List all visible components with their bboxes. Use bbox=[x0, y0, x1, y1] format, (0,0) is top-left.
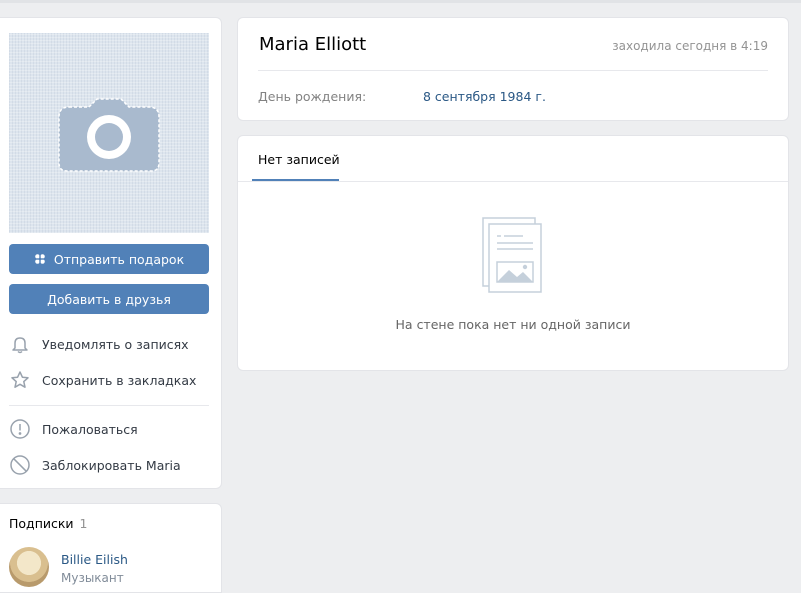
block-action[interactable]: Заблокировать Maria bbox=[9, 451, 209, 479]
block-label: Заблокировать Maria bbox=[42, 457, 181, 473]
wall-card: Нет записей На стене пока нет ни одной з… bbox=[237, 135, 789, 371]
add-friend-button[interactable]: Добавить в друзья bbox=[9, 284, 209, 314]
exclamation-icon bbox=[10, 419, 30, 439]
profile-photo-placeholder[interactable] bbox=[9, 33, 209, 233]
bell-icon bbox=[12, 337, 28, 354]
profile-name: Maria Elliott bbox=[259, 34, 367, 55]
subscriptions-header[interactable]: Подписки 1 bbox=[9, 516, 88, 531]
birthday-label: День рождения: bbox=[258, 89, 367, 104]
subscription-name[interactable]: Billie Eilish bbox=[61, 552, 128, 567]
profile-divider bbox=[258, 70, 768, 71]
report-action[interactable]: Пожаловаться bbox=[9, 415, 209, 443]
subscriptions-card: Подписки 1 Billie Eilish Музыкант bbox=[0, 503, 222, 593]
avatar[interactable] bbox=[9, 547, 49, 587]
empty-wall-icon bbox=[482, 217, 542, 293]
profile-info-card: Maria Elliott заходила сегодня в 4:19 Де… bbox=[237, 17, 789, 121]
send-gift-label: Отправить подарок bbox=[53, 251, 185, 267]
add-friend-label: Добавить в друзья bbox=[47, 291, 171, 307]
notify-posts-label: Уведомлять о записях bbox=[42, 336, 189, 352]
star-icon bbox=[11, 371, 29, 388]
bookmark-action[interactable]: Сохранить в закладках bbox=[9, 366, 209, 394]
birthday-value[interactable]: 8 сентября 1984 г. bbox=[423, 89, 546, 104]
wall-empty-text: На стене пока нет ни одной записи bbox=[395, 317, 631, 332]
profile-side-card: Отправить подарок Добавить в друзья Увед… bbox=[0, 17, 222, 489]
notify-posts-action[interactable]: Уведомлять о записях bbox=[9, 330, 209, 358]
actions-divider bbox=[9, 405, 209, 406]
top-bar bbox=[0, 0, 801, 3]
bookmark-label: Сохранить в закладках bbox=[42, 372, 197, 388]
block-icon bbox=[10, 455, 30, 475]
report-label: Пожаловаться bbox=[42, 421, 138, 437]
gift-icon bbox=[33, 253, 46, 265]
camera-icon bbox=[58, 98, 160, 172]
subscriptions-count: 1 bbox=[79, 516, 88, 531]
tab-no-posts[interactable]: Нет записей bbox=[258, 152, 340, 167]
wall-divider bbox=[238, 181, 788, 182]
subscriptions-title: Подписки bbox=[9, 516, 74, 531]
last-seen-status: заходила сегодня в 4:19 bbox=[612, 39, 768, 53]
send-gift-button[interactable]: Отправить подарок bbox=[9, 244, 209, 274]
subscription-role: Музыкант bbox=[61, 571, 124, 585]
